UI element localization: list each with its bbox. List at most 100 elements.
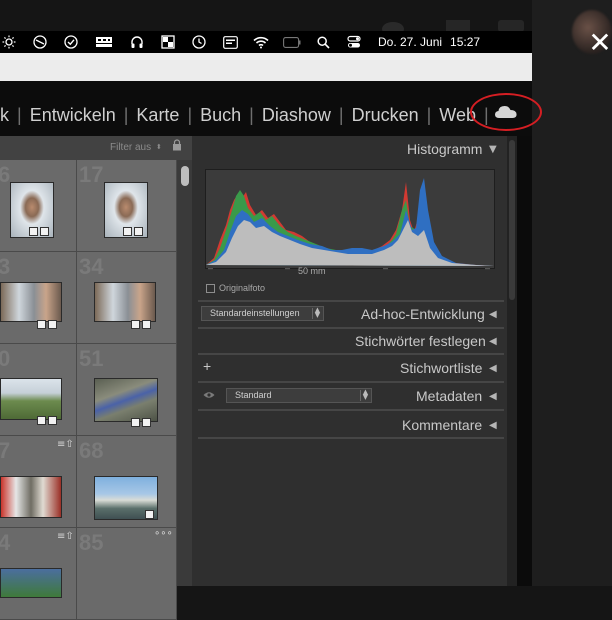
- histogram-chart[interactable]: [205, 169, 495, 269]
- expand-triangle-icon[interactable]: ◀: [489, 420, 497, 431]
- quick-develop-title[interactable]: Ad-hoc-Entwicklung: [361, 306, 485, 322]
- grid-cell[interactable]: 17: [77, 160, 177, 252]
- eye-icon[interactable]: [203, 391, 215, 399]
- expand-triangle-icon[interactable]: ◀: [489, 391, 497, 402]
- cell-number: 4: [0, 530, 11, 555]
- expand-triangle-icon[interactable]: ◀: [489, 336, 497, 347]
- grid-scrollbar[interactable]: [177, 160, 192, 586]
- battery-menu-icon[interactable]: [93, 34, 115, 50]
- photo-thumbnail[interactable]: [94, 282, 156, 322]
- checkmark-circle-icon[interactable]: [62, 34, 80, 50]
- keyword-list-title[interactable]: Stichwortliste: [400, 360, 482, 376]
- cell-number: 85: [79, 530, 104, 555]
- panel-divider: [198, 437, 504, 439]
- collapse-triangle-icon[interactable]: ▼: [489, 144, 497, 155]
- right-panel-scroll-thumb[interactable]: [509, 140, 515, 300]
- filter-dropdown-icon[interactable]: ⬍: [156, 143, 162, 151]
- panel-divider: [198, 300, 504, 302]
- grid-cell[interactable]: 3: [0, 252, 77, 344]
- add-keyword-button[interactable]: +: [203, 358, 211, 374]
- edited-badge-icon: [37, 416, 46, 425]
- menubar-time[interactable]: 15:27: [450, 35, 480, 49]
- metadata-title[interactable]: Metadaten: [416, 388, 482, 404]
- keywording-title[interactable]: Stichwörter festlegen: [355, 333, 486, 349]
- histogram-title[interactable]: Histogramm: [407, 141, 482, 157]
- cell-number: 7: [0, 438, 11, 463]
- photo-thumbnail[interactable]: [0, 568, 62, 598]
- collection-badge-icon: [40, 227, 49, 236]
- grid-cell[interactable]: 0: [0, 344, 77, 436]
- collection-badge-icon: [48, 320, 57, 329]
- cell-number: 34: [79, 254, 104, 279]
- module-bibliothek-partial[interactable]: k: [0, 105, 17, 126]
- time-machine-icon[interactable]: [190, 34, 208, 50]
- photo-thumbnail[interactable]: [94, 378, 158, 422]
- collection-badge-icon: [142, 320, 151, 329]
- more-icon[interactable]: ∘∘∘: [154, 528, 173, 539]
- lock-icon[interactable]: [172, 139, 182, 151]
- grid-cell[interactable]: 51: [77, 344, 177, 436]
- grid-cell[interactable]: 6: [0, 160, 77, 252]
- collection-badge-icon: [145, 510, 154, 519]
- metadata-preset-dropdown[interactable]: Standard ▲ ▼: [226, 388, 372, 403]
- original-photo-label[interactable]: Originalfoto: [219, 283, 265, 293]
- module-drucken[interactable]: Drucken: [344, 105, 427, 126]
- collection-badge-icon: [142, 418, 151, 427]
- cell-number: 3: [0, 254, 11, 279]
- grid-cell[interactable]: 34: [77, 252, 177, 344]
- photo-thumbnail[interactable]: [0, 378, 62, 420]
- module-karte[interactable]: Karte: [128, 105, 187, 126]
- focal-length-info: 50 mm: [298, 266, 326, 276]
- edited-badge-icon: [37, 320, 46, 329]
- saved-preset-value: Standardeinstellungen: [210, 308, 300, 318]
- keyboard-icon[interactable]: [221, 34, 239, 50]
- close-icon[interactable]: ✕: [587, 29, 612, 57]
- battery-icon[interactable]: [283, 34, 301, 50]
- edited-badge-icon: [123, 227, 132, 236]
- panel-divider: [198, 381, 504, 383]
- expand-triangle-icon[interactable]: ◀: [489, 309, 497, 320]
- collection-badge-icon: [134, 227, 143, 236]
- headphones-icon[interactable]: [128, 34, 146, 50]
- grid-cell[interactable]: 85 ∘∘∘: [77, 528, 177, 620]
- grid-cell[interactable]: 7 ≡⇧: [0, 436, 77, 528]
- do-not-disturb-icon[interactable]: [31, 34, 49, 50]
- grid-cell[interactable]: 4 ≡⇧: [0, 528, 77, 620]
- cell-number: 6: [0, 162, 11, 187]
- photo-thumbnail[interactable]: [0, 282, 62, 322]
- metadata-preset-value: Standard: [235, 390, 272, 400]
- edited-badge-icon: [131, 320, 140, 329]
- collection-badge-icon: [48, 416, 57, 425]
- menubar-date[interactable]: Do. 27. Juni: [378, 35, 442, 49]
- histogram-ticks: – – – –: [208, 263, 491, 273]
- wifi-icon[interactable]: [252, 34, 270, 50]
- expand-triangle-icon[interactable]: ◀: [489, 363, 497, 374]
- module-entwickeln[interactable]: Entwickeln: [22, 105, 124, 126]
- panel-divider: [198, 327, 504, 329]
- edited-badge-icon: [131, 418, 140, 427]
- comments-title[interactable]: Kommentare: [402, 417, 482, 433]
- window-grid-icon[interactable]: [159, 34, 177, 50]
- background-strip: [532, 0, 612, 586]
- control-center-icon[interactable]: [345, 34, 363, 50]
- grid-cell[interactable]: 68: [77, 436, 177, 528]
- grid-cells: 6 17 3 34 0 51 7 ≡⇧ 68 4 ≡⇧ 85 ∘∘∘: [0, 160, 192, 620]
- histogram-graph: [206, 178, 494, 266]
- module-diashow[interactable]: Diashow: [254, 105, 339, 126]
- edited-badge-icon: [29, 227, 38, 236]
- original-photo-checkbox[interactable]: [206, 284, 215, 293]
- search-icon[interactable]: [314, 34, 332, 50]
- module-list: k | Entwickeln | Karte | Buch | Diashow …: [0, 104, 489, 126]
- dropdown-arrow-icon: ▲ ▼: [360, 389, 370, 401]
- highlight-ring: [470, 93, 542, 131]
- panel-divider: [198, 353, 504, 355]
- brightness-icon[interactable]: [0, 34, 18, 50]
- filter-label[interactable]: Filter aus: [110, 142, 151, 153]
- photo-thumbnail[interactable]: [0, 476, 62, 518]
- window-edge: [517, 136, 532, 586]
- module-buch[interactable]: Buch: [192, 105, 249, 126]
- grid-filter-bar: [0, 136, 192, 160]
- saved-preset-dropdown[interactable]: Standardeinstellungen ▲ ▼: [201, 306, 324, 321]
- cell-number: 68: [79, 438, 104, 463]
- grid-scrollbar-thumb[interactable]: [181, 166, 189, 186]
